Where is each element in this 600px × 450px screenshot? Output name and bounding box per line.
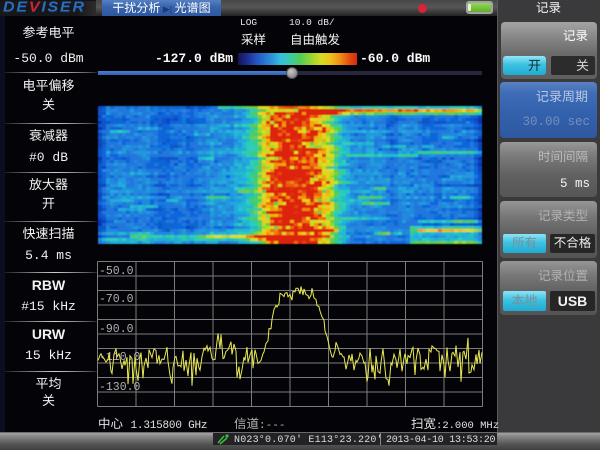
svg-text:-70.0: -70.0 xyxy=(99,293,134,306)
svg-text:-50.0: -50.0 xyxy=(99,265,134,278)
svg-text:-130.0: -130.0 xyxy=(99,381,141,394)
svg-text:-90.0: -90.0 xyxy=(99,323,134,336)
